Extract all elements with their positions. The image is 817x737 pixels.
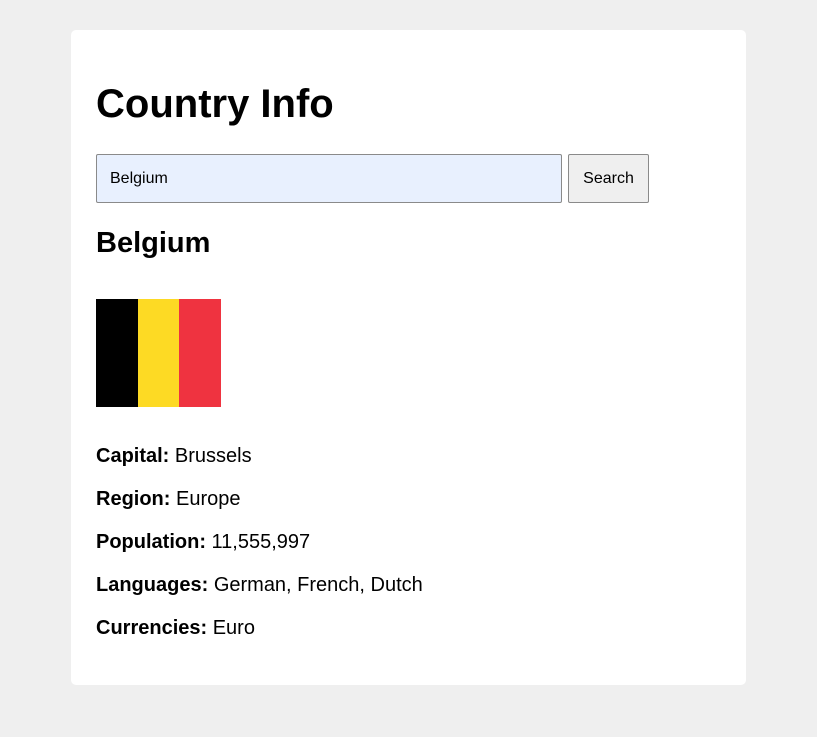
capital-row: Capital: Brussels — [96, 444, 252, 468]
flag-stripe-middle — [137, 299, 180, 407]
population-row: Population: 11,555,997 — [96, 530, 310, 554]
country-info-card: Country Info Search Belgium Capital: Bru… — [71, 30, 746, 685]
region-value: Europe — [176, 488, 241, 510]
currencies-label: Currencies: — [96, 617, 208, 639]
currencies-value: Euro — [212, 617, 255, 639]
region-row: Region: Europe — [96, 487, 241, 511]
population-value: 11,555,997 — [211, 531, 311, 553]
search-input[interactable] — [96, 154, 562, 203]
flag-stripe-left — [96, 299, 138, 407]
capital-label: Capital: — [96, 445, 170, 467]
languages-value: German, French, Dutch — [213, 574, 423, 596]
page-title: Country Info — [96, 82, 334, 126]
country-flag — [96, 299, 222, 407]
flag-stripe-right — [179, 299, 222, 407]
languages-row: Languages: German, French, Dutch — [96, 573, 423, 597]
currencies-row: Currencies: Euro — [96, 616, 255, 640]
population-label: Population: — [96, 531, 206, 553]
languages-label: Languages: — [96, 574, 209, 596]
country-name: Belgium — [96, 227, 211, 259]
region-label: Region: — [96, 488, 171, 510]
search-button[interactable]: Search — [568, 154, 649, 203]
capital-value: Brussels — [174, 445, 252, 467]
